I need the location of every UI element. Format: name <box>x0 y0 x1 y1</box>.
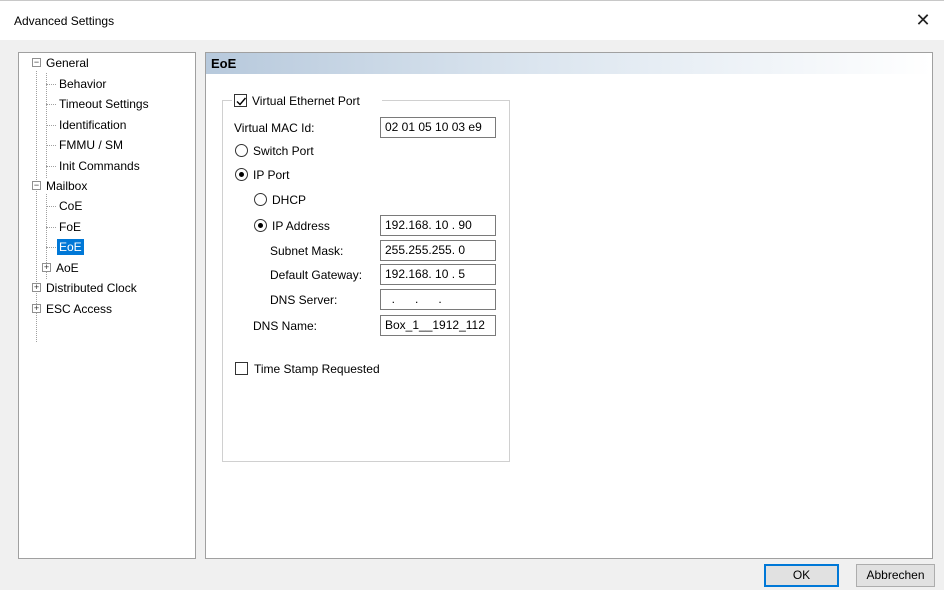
switch-port-radio[interactable] <box>235 144 248 157</box>
expand-icon[interactable]: + <box>32 283 41 292</box>
default-gateway-label: Default Gateway: <box>270 268 363 282</box>
ip-address-label: IP Address <box>272 219 330 233</box>
tree-item-label: Init Commands <box>59 159 140 173</box>
tree-item-foe[interactable]: FoE <box>57 218 83 236</box>
tree-line <box>46 104 56 105</box>
tree-item-label: AoE <box>56 261 79 275</box>
tree-item-label: General <box>46 56 89 70</box>
tree-item-esc-access[interactable]: ESC Access <box>44 300 114 318</box>
subnet-mask-field[interactable]: 255.255.255. 0 <box>380 240 496 261</box>
ip-port-radio[interactable] <box>235 168 248 181</box>
virtual-ethernet-port-label: Virtual Ethernet Port <box>252 94 360 108</box>
close-icon[interactable]: ✕ <box>912 9 934 31</box>
expand-icon[interactable]: + <box>42 263 51 272</box>
dhcp-radio[interactable] <box>254 193 267 206</box>
tree-line <box>36 71 37 342</box>
subnet-mask-label: Subnet Mask: <box>270 244 344 258</box>
tree-item-aoe[interactable]: AoE <box>54 259 81 277</box>
time-stamp-requested-label: Time Stamp Requested <box>254 362 380 376</box>
virtual-ethernet-port-row[interactable]: Virtual Ethernet Port <box>232 92 382 110</box>
switch-port-label: Switch Port <box>253 144 314 158</box>
tree-item-mailbox[interactable]: Mailbox <box>44 177 89 195</box>
tree-item-label: EoE <box>57 239 84 255</box>
tree-item-label: FMMU / SM <box>59 138 123 152</box>
tree-item-timeout-settings[interactable]: Timeout Settings <box>57 95 151 113</box>
collapse-icon[interactable]: − <box>32 58 41 67</box>
default-gateway-field[interactable]: 192.168. 10 . 5 <box>380 264 496 285</box>
tree-item-coe[interactable]: CoE <box>57 197 84 215</box>
tree-item-identification[interactable]: Identification <box>57 116 128 134</box>
title-bar: Advanced Settings ✕ <box>0 0 944 40</box>
expand-icon[interactable]: + <box>32 304 41 313</box>
tree-line <box>46 247 56 248</box>
dialog-client: − General Behavior Timeout Settings Iden… <box>0 40 944 590</box>
settings-tree[interactable]: − General Behavior Timeout Settings Iden… <box>18 52 196 559</box>
tree-line <box>46 84 56 85</box>
cancel-button[interactable]: Abbrechen <box>856 564 935 587</box>
eoe-settings-panel: EoE Virtual Ethernet Port Virtual MAC Id… <box>205 52 933 559</box>
virtual-ethernet-port-checkbox[interactable] <box>234 94 247 107</box>
tree-item-general[interactable]: General <box>44 54 91 72</box>
tree-item-label: ESC Access <box>46 302 113 316</box>
time-stamp-requested-checkbox[interactable] <box>235 362 248 375</box>
tree-line <box>46 166 56 167</box>
tree-item-label: Timeout Settings <box>59 97 149 111</box>
tree-item-label: Identification <box>59 118 127 132</box>
radio-dot <box>239 172 244 177</box>
dhcp-label: DHCP <box>272 193 307 207</box>
dns-name-label: DNS Name: <box>253 319 318 333</box>
tree-line <box>46 206 56 207</box>
ok-button[interactable]: OK <box>764 564 839 587</box>
tree-line <box>46 227 56 228</box>
tree-line <box>46 125 56 126</box>
tree-item-distributed-clock[interactable]: Distributed Clock <box>44 279 139 297</box>
tree-item-behavior[interactable]: Behavior <box>57 75 108 93</box>
tree-item-fmmu-sm[interactable]: FMMU / SM <box>57 136 125 154</box>
window-title: Advanced Settings <box>14 14 115 28</box>
virtual-mac-label: Virtual MAC Id: <box>234 121 315 135</box>
tree-item-label: Distributed Clock <box>46 281 137 295</box>
panel-header: EoE <box>206 53 932 74</box>
dns-name-field[interactable]: Box_1__1912_112 <box>380 315 496 336</box>
tree-item-label: FoE <box>59 220 82 234</box>
ip-address-field[interactable]: 192.168. 10 . 90 <box>380 215 496 236</box>
tree-item-label: Behavior <box>59 77 107 91</box>
virtual-mac-field[interactable]: 02 01 05 10 03 e9 <box>380 117 496 138</box>
tree-item-label: Mailbox <box>46 179 88 193</box>
ip-port-label: IP Port <box>253 168 290 182</box>
tree-item-label: CoE <box>59 199 83 213</box>
tree-line <box>46 145 56 146</box>
radio-dot <box>258 223 263 228</box>
dns-server-label: DNS Server: <box>270 293 338 307</box>
tree-item-eoe[interactable]: EoE <box>57 238 84 256</box>
dns-server-field[interactable]: . . . <box>380 289 496 310</box>
ip-address-radio[interactable] <box>254 219 267 232</box>
collapse-icon[interactable]: − <box>32 181 41 190</box>
checkmark-icon <box>236 97 247 106</box>
tree-item-init-commands[interactable]: Init Commands <box>57 157 142 175</box>
